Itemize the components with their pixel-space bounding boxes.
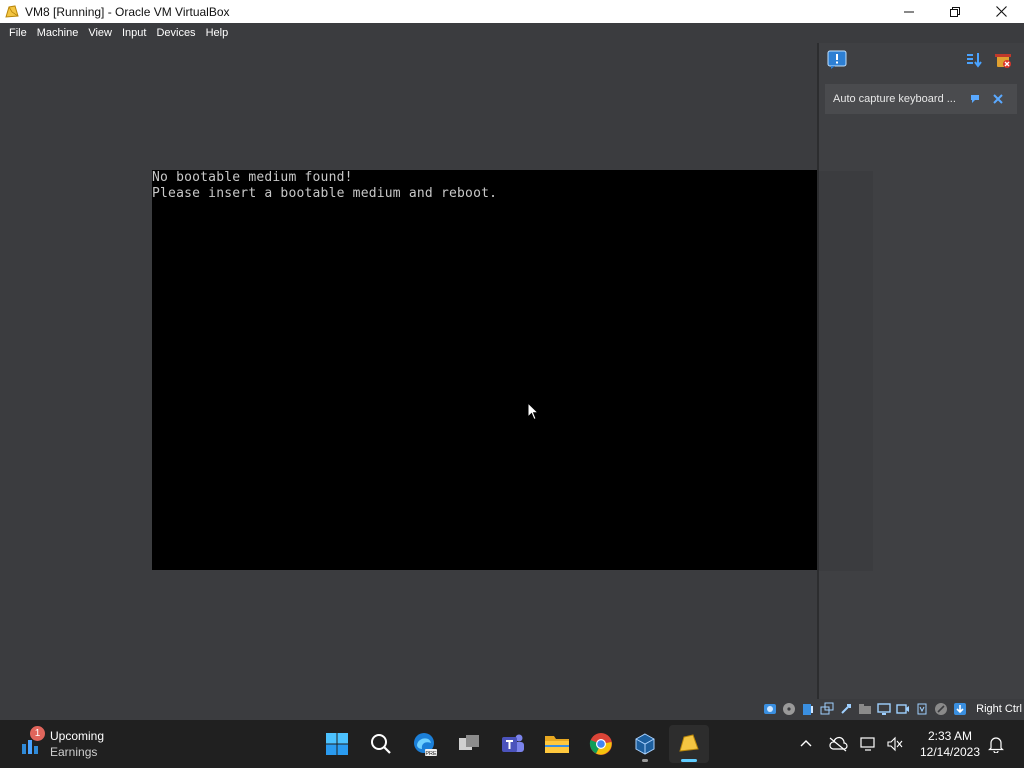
sort-notifications-button[interactable] (964, 50, 984, 70)
mouse-integration-icon[interactable] (933, 701, 949, 717)
search-icon (371, 734, 391, 754)
status-bar: Right Ctrl (0, 699, 1024, 720)
active-indicator (681, 759, 697, 762)
window-title: VM8 [Running] - Oracle VM VirtualBox (25, 4, 230, 19)
menu-input[interactable]: Input (117, 23, 151, 43)
chrome-button[interactable] (581, 725, 621, 763)
notifications-tray-button[interactable] (986, 734, 1006, 754)
close-icon (995, 6, 1007, 17)
status-indicators (759, 701, 968, 717)
virtualbox-vm-icon (679, 734, 699, 752)
menu-help[interactable]: Help (201, 23, 234, 43)
onedrive-tray-button[interactable] (828, 734, 848, 754)
minimize-button[interactable] (886, 0, 932, 23)
search-button[interactable] (361, 725, 401, 763)
virtualbox-manager-button[interactable] (625, 725, 665, 763)
clock-time: 2:33 AM (927, 729, 973, 743)
chevron-up-icon (800, 740, 812, 747)
restore-button[interactable] (932, 0, 978, 23)
menu-bar: File Machine View Input Devices Help (0, 23, 1024, 43)
notification-toolbar (819, 43, 1024, 77)
notification-toggle-button[interactable] (967, 91, 983, 107)
restore-icon (950, 6, 960, 17)
virtualbox-icon (635, 733, 655, 755)
svg-text:PRE: PRE (425, 751, 437, 757)
menu-machine[interactable]: Machine (32, 23, 84, 43)
cpu-icon[interactable] (914, 701, 930, 717)
start-icon (326, 733, 348, 755)
panel-shadow (819, 171, 873, 571)
menu-devices[interactable]: Devices (151, 23, 200, 43)
volume-tray-button[interactable] (885, 734, 905, 754)
widget-title: Upcoming (50, 729, 105, 743)
usb-icon[interactable] (838, 701, 854, 717)
network-icon[interactable] (819, 701, 835, 717)
edge-beta-button[interactable]: PRE (405, 725, 445, 763)
mouse-pointer-icon (527, 401, 540, 426)
sort-icon (967, 53, 982, 68)
recording-icon[interactable] (895, 701, 911, 717)
menu-file[interactable]: File (4, 23, 32, 43)
bell-icon (988, 737, 1004, 753)
keyboard-capture-icon[interactable] (952, 701, 968, 717)
clock[interactable]: 2:33 AM 12/14/2023 (910, 728, 990, 760)
display-icon[interactable] (876, 701, 892, 717)
edge-beta-icon: PRE (414, 733, 437, 757)
cloud-off-icon (829, 736, 848, 752)
file-explorer-icon (545, 736, 569, 753)
vm-screen[interactable]: No bootable medium found! Please insert … (152, 170, 817, 570)
shared-folders-icon[interactable] (857, 701, 873, 717)
notification-text: Auto capture keyboard ... (833, 93, 956, 105)
chrome-icon (589, 733, 612, 755)
network-icon (860, 737, 875, 751)
vm-boot-message-line-2: Please insert a bootable medium and rebo… (152, 186, 498, 201)
widget-subtitle: Earnings (50, 745, 98, 759)
network-tray-button[interactable] (859, 734, 879, 754)
vm-boot-message-line-1: No bootable medium found! (152, 170, 353, 185)
clock-date: 12/14/2023 (919, 745, 981, 759)
close-button[interactable] (978, 0, 1024, 23)
teams-button[interactable] (493, 725, 533, 763)
windows-taskbar: 1 Upcoming Earnings PRE 2:33 AM 12/14/20… (0, 720, 1024, 768)
show-hidden-icons-button[interactable] (796, 734, 816, 754)
menu-view[interactable]: View (83, 23, 117, 43)
virtualbox-vm-button[interactable] (669, 725, 709, 763)
close-icon (993, 94, 1003, 104)
clear-notifications-button[interactable] (993, 50, 1013, 70)
title-bar[interactable]: VM8 [Running] - Oracle VM VirtualBox (0, 0, 1024, 23)
notification-icon (827, 50, 847, 69)
file-explorer-button[interactable] (537, 725, 577, 763)
widget-badge: 1 (30, 726, 45, 741)
task-view-button[interactable] (449, 725, 489, 763)
widgets-button[interactable]: 1 Upcoming Earnings (18, 726, 128, 762)
task-view-icon (459, 735, 479, 750)
running-indicator (642, 759, 648, 762)
notification-item[interactable]: Auto capture keyboard ... (825, 84, 1017, 114)
notification-center-panel: Auto capture keyboard ... (817, 43, 1024, 699)
volume-muted-icon (887, 736, 903, 752)
notification-center-button[interactable] (827, 50, 847, 70)
teams-icon (502, 734, 524, 752)
minimize-icon (904, 11, 914, 12)
pin-icon (971, 95, 979, 103)
notification-close-button[interactable] (990, 91, 1006, 107)
audio-icon[interactable] (800, 701, 816, 717)
virtualbox-vm-icon (4, 4, 20, 20)
optical-disk-icon[interactable] (781, 701, 797, 717)
start-button[interactable] (317, 725, 357, 763)
host-key-label[interactable]: Right Ctrl (976, 703, 1022, 715)
clear-all-icon (995, 54, 1011, 68)
hard-disk-icon[interactable] (762, 701, 778, 717)
